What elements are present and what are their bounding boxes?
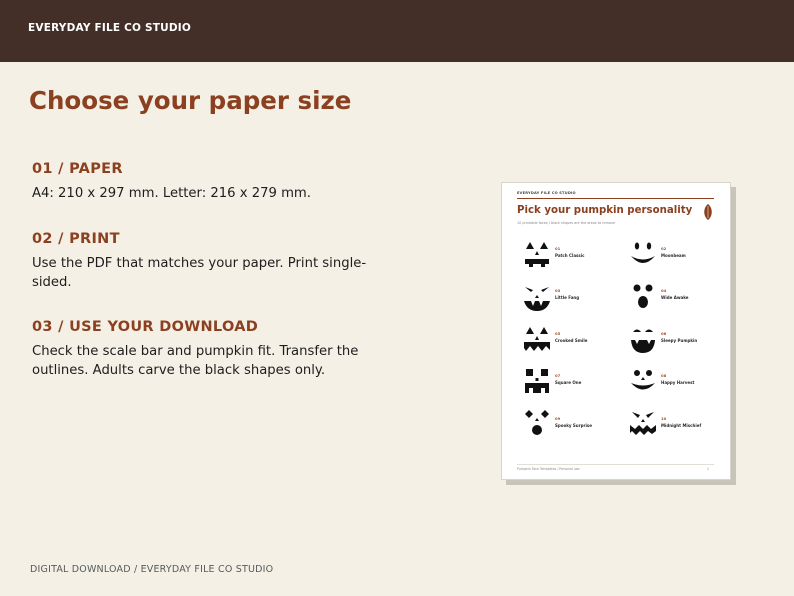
step-heading: 01 / PAPER — [32, 161, 123, 177]
face-name: Crooked Smile — [555, 338, 588, 343]
page-footer: DIGITAL DOWNLOAD / EVERYDAY FILE CO STUD… — [30, 564, 274, 575]
face-item: 10 Midnight Mischief — [627, 409, 727, 445]
face-item: 03 Little Fang — [521, 281, 621, 317]
square-one-face-icon — [525, 369, 549, 393]
little-fang-face-icon — [524, 287, 550, 311]
face-item: 04 Wide Awake — [627, 281, 727, 317]
wide-awake-face-icon — [633, 284, 653, 308]
preview-brand: EVERYDAY FILE CO STUDIO — [517, 191, 576, 195]
preview-subtitle: 10 printable faces / black shapes are th… — [517, 221, 616, 225]
face-number: 09 — [555, 416, 561, 421]
leaf-icon — [704, 204, 712, 220]
patch-classic-face-icon — [525, 242, 549, 267]
preview-title: Pick your pumpkin personality — [517, 205, 693, 216]
step-heading: 03 / USE YOUR DOWNLOAD — [32, 319, 259, 335]
face-item: 01 Patch Classic — [521, 239, 621, 275]
preview-page-number: 1 — [707, 467, 710, 471]
face-name: Sleepy Pumpkin — [661, 338, 698, 343]
face-item: 07 Square One — [521, 366, 621, 402]
face-name: Spooky Surprise — [555, 423, 592, 428]
step-body: A4: 210 x 297 mm. Letter: 216 x 279 mm. — [32, 186, 311, 201]
midnight-mischief-face-icon — [630, 412, 656, 435]
face-number: 04 — [661, 288, 667, 293]
sleepy-pumpkin-face-icon — [631, 329, 655, 353]
face-name: Little Fang — [555, 295, 580, 300]
preview-footer: Pumpkin Face Templates / Personal use — [517, 467, 580, 471]
step-body: Check the scale bar and pumpkin fit. Tra… — [32, 344, 359, 378]
face-number: 06 — [661, 331, 667, 336]
face-name: Moonbeam — [661, 253, 686, 258]
face-number: 07 — [555, 373, 561, 378]
step-paper: 01 / PAPER A4: 210 x 297 mm. Letter: 216… — [32, 161, 392, 203]
step-body: Use the PDF that matches your paper. Pri… — [32, 256, 367, 290]
face-number: 02 — [661, 246, 667, 251]
face-name: Patch Classic — [555, 253, 585, 258]
moonbeam-face-icon — [631, 242, 655, 263]
page-title: Choose your paper size — [29, 86, 352, 115]
crooked-smile-face-icon — [524, 327, 550, 351]
preview-footer-divider — [517, 464, 714, 465]
spooky-surprise-face-icon — [525, 410, 549, 435]
header-bar: EVERYDAY FILE CO STUDIO — [0, 0, 794, 62]
preview-divider — [517, 198, 714, 199]
face-item: 06 Sleepy Pumpkin — [627, 324, 727, 360]
face-number: 05 — [555, 331, 561, 336]
face-name: Square One — [555, 380, 582, 385]
happy-harvest-face-icon — [631, 370, 655, 390]
face-number: 01 — [555, 246, 561, 251]
step-print: 02 / PRINT Use the PDF that matches your… — [32, 231, 392, 292]
face-name: Happy Harvest — [661, 380, 695, 385]
face-item: 08 Happy Harvest — [627, 366, 727, 402]
face-number: 08 — [661, 373, 667, 378]
face-item: 05 Crooked Smile — [521, 324, 621, 360]
step-heading: 02 / PRINT — [32, 231, 120, 247]
template-preview-sheet: EVERYDAY FILE CO STUDIO Pick your pumpki… — [501, 182, 731, 480]
face-item: 09 Spooky Surprise — [521, 409, 621, 445]
face-name: Midnight Mischief — [661, 423, 702, 428]
face-number: 03 — [555, 288, 561, 293]
brand-name: EVERYDAY FILE CO STUDIO — [28, 22, 191, 34]
step-use-download: 03 / USE YOUR DOWNLOAD Check the scale b… — [32, 319, 377, 380]
face-number: 10 — [661, 416, 667, 421]
face-name: Wide Awake — [661, 295, 689, 300]
face-item: 02 Moonbeam — [627, 239, 727, 275]
